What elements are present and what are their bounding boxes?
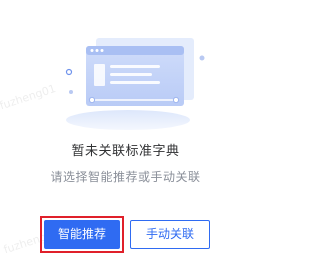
- smart-recommend-button[interactable]: 智能推荐: [44, 220, 120, 249]
- document-window-icon: [65, 38, 205, 130]
- empty-state-title: 暂未关联标准字典: [71, 144, 180, 159]
- empty-state-subtitle: 请选择智能推荐或手动关联: [50, 170, 201, 184]
- manual-link-button[interactable]: 手动关联: [130, 220, 210, 249]
- empty-state-panel: fuzheng01 fuzheng01 暂未关联标准字典 请选择智能推荐或手动关…: [0, 0, 251, 274]
